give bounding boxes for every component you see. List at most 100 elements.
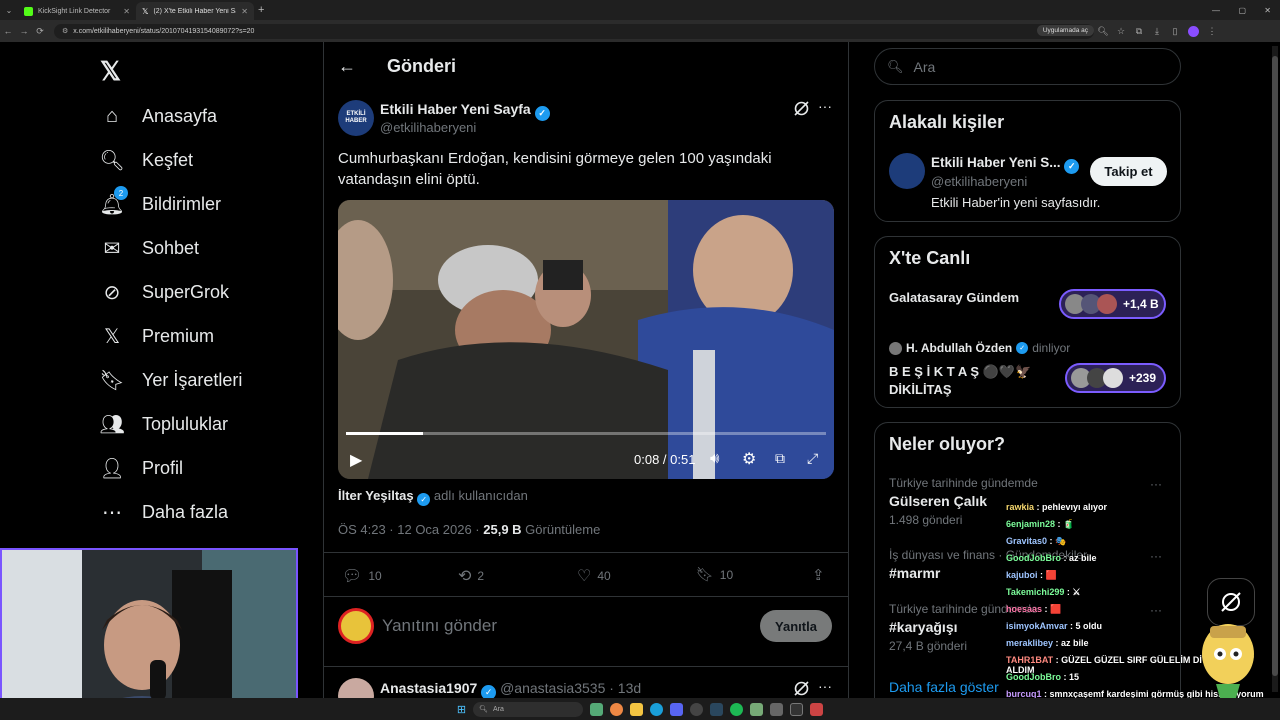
like-action[interactable]: ♡ 40: [577, 566, 611, 586]
sidebar-item-supergrok[interactable]: ⊘ SuperGrok: [100, 277, 229, 307]
x-logo-icon[interactable]: 𝕏: [100, 56, 121, 87]
reply-author-name[interactable]: Anastasia1907: [380, 680, 477, 696]
new-tab-icon[interactable]: +: [258, 4, 264, 16]
sidebar-item-yer-i̇şaretleri[interactable]: 🔖︎ Yer İşaretleri: [99, 365, 242, 395]
share-icon[interactable]: ⇪: [812, 566, 825, 584]
sidebar-item-topluluklar[interactable]: 👥︎ Topluluklar: [99, 409, 228, 439]
app-icon[interactable]: [810, 702, 824, 716]
zoom-icon[interactable]: 🔍︎: [1094, 26, 1112, 37]
video-progress-track[interactable]: [346, 432, 826, 435]
live-item-title-line2[interactable]: DİKİLİTAŞ: [889, 382, 952, 397]
play-icon[interactable]: ▶: [350, 450, 362, 470]
bookmark-action[interactable]: 🔖︎ 10: [696, 566, 733, 583]
verified-badge-icon: ✓: [534, 106, 550, 121]
spotify-icon[interactable]: [730, 702, 744, 716]
steam-icon[interactable]: [710, 702, 724, 716]
live-item-title[interactable]: Galatasaray Gündem: [889, 290, 1019, 305]
forward-icon[interactable]: →: [16, 26, 32, 36]
related-handle[interactable]: @etkilihaberyeni: [931, 174, 1027, 189]
heart-icon: ♡: [577, 568, 592, 585]
live-item-title[interactable]: B E Ş İ K T A Ş ⚫🖤🦅: [889, 364, 1031, 380]
site-info-icon[interactable]: ⚙: [62, 27, 68, 35]
reload-icon[interactable]: ⟳: [32, 26, 48, 37]
trend-more-icon[interactable]: ···: [1150, 549, 1162, 563]
sidebar-item-daha-fazla[interactable]: ⋯ Daha fazla: [100, 497, 228, 527]
my-avatar[interactable]: [338, 608, 374, 644]
video-player[interactable]: ▶ 0:08 / 0:51 🔊︎ ⚙ ⧉ ⤢: [338, 200, 834, 479]
tab-kicksight[interactable]: KickSight Link Detector ✕: [18, 2, 136, 20]
host-name[interactable]: H. Abdullah Özden: [906, 341, 1012, 355]
maximize-icon[interactable]: ▢: [1238, 6, 1246, 15]
reply-action[interactable]: 💬︎ 10: [342, 566, 382, 586]
url-text: x.com/etkilihaberyeni/status/20107041931…: [73, 27, 255, 35]
show-more-link[interactable]: Daha fazla göster: [889, 679, 999, 695]
fullscreen-icon[interactable]: ⤢: [807, 450, 818, 467]
reply-button[interactable]: Yanıtla: [760, 610, 832, 642]
minimize-icon[interactable]: —: [1212, 6, 1220, 15]
url-field[interactable]: ⚙ x.com/etkilihaberyeni/status/201070419…: [54, 23, 1094, 39]
back-icon[interactable]: ←: [0, 26, 16, 36]
app-icon[interactable]: [790, 702, 804, 716]
live-listeners-pill[interactable]: +239: [1065, 363, 1166, 393]
file-explorer-icon[interactable]: [630, 702, 644, 716]
back-arrow-icon[interactable]: ←: [338, 56, 356, 77]
live-listeners-pill[interactable]: +1,4 B: [1059, 289, 1166, 319]
repost-action[interactable]: ⟲ 2: [458, 566, 484, 586]
close-tab-icon[interactable]: ✕: [123, 7, 130, 16]
sidebar-item-profil[interactable]: 👤︎ Profil: [99, 453, 183, 483]
reply-input[interactable]: Yanıtını gönder: [382, 616, 497, 636]
credit-name[interactable]: İlter Yeşiltaş: [338, 488, 414, 503]
grok-icon[interactable]: [793, 680, 810, 697]
discord-icon[interactable]: [670, 702, 684, 716]
sidebar-item-sohbet[interactable]: ✉ Sohbet: [100, 233, 199, 263]
pip-icon[interactable]: ⧉: [775, 450, 785, 467]
tab-list-icon[interactable]: ⌄: [0, 6, 18, 15]
trend-name[interactable]: Gülseren Çalık: [889, 493, 987, 509]
chat-username: rawkia: [1006, 502, 1035, 512]
author-name[interactable]: Etkili Haber Yeni Sayfa: [380, 101, 531, 117]
sidebar-item-bildirimler[interactable]: 🔔︎ 2 Bildirimler: [99, 186, 221, 219]
page-scrollbar[interactable]: [1272, 46, 1278, 692]
settings-icon[interactable]: ⚙: [742, 449, 756, 469]
edge-icon[interactable]: [650, 702, 664, 716]
follow-button[interactable]: Takip et: [1090, 157, 1167, 186]
app-icon[interactable]: [750, 702, 764, 716]
open-in-app-button[interactable]: Uygulamada aç: [1036, 24, 1094, 36]
tab-x-post[interactable]: 𝕏 (2) X'te Etkili Haber Yeni Sa... ✕: [136, 2, 254, 20]
download-icon[interactable]: ⤓: [1148, 26, 1166, 37]
related-name[interactable]: Etkili Haber Yeni S...: [931, 155, 1061, 170]
taskbar-search[interactable]: 🔍︎ Ara: [473, 701, 584, 717]
author-name-row[interactable]: Etkili Haber Yeni Sayfa ✓: [380, 101, 550, 121]
sidebar-icon[interactable]: ▯: [1166, 26, 1184, 37]
chat-username: hoesaas: [1006, 604, 1043, 614]
close-tab-icon[interactable]: ✕: [241, 7, 248, 16]
volume-icon[interactable]: 🔊︎: [710, 450, 719, 467]
search-box[interactable]: 🔍︎ Ara: [874, 48, 1181, 85]
profile-avatar[interactable]: [1188, 25, 1199, 37]
star-icon[interactable]: ☆: [1112, 26, 1130, 37]
sidebar-item-keşfet[interactable]: 🔍︎ Keşfet: [99, 145, 193, 175]
extensions-icon[interactable]: ⧉: [1130, 26, 1148, 37]
sidebar-item-premium[interactable]: 𝕏 Premium: [100, 321, 214, 351]
more-options-icon[interactable]: ···: [818, 98, 832, 114]
scrollbar-thumb[interactable]: [1272, 56, 1278, 676]
app-icon[interactable]: [770, 702, 784, 716]
close-window-icon[interactable]: ✕: [1264, 6, 1271, 15]
grok-icon[interactable]: [793, 100, 810, 117]
more-options-icon[interactable]: ···: [818, 678, 832, 694]
obs-icon[interactable]: [690, 702, 704, 716]
trend-name[interactable]: #marmr: [889, 565, 940, 581]
reply-author-handle[interactable]: @anastasia3535 · 13d: [500, 680, 641, 696]
windows-start-icon[interactable]: ⊞: [457, 703, 466, 716]
trend-name[interactable]: #karyağışı: [889, 619, 958, 635]
trend-more-icon[interactable]: ···: [1150, 603, 1162, 617]
author-avatar[interactable]: ETKİLİ HABER: [338, 100, 374, 136]
widgets-icon[interactable]: [590, 702, 604, 716]
chrome-icon[interactable]: [610, 702, 624, 716]
trend-more-icon[interactable]: ···: [1150, 477, 1162, 491]
related-avatar[interactable]: [889, 153, 925, 189]
sidebar-item-anasayfa[interactable]: ⌂ Anasayfa: [100, 101, 217, 131]
author-handle[interactable]: @etkilihaberyeni: [380, 120, 476, 135]
menu-icon[interactable]: ⋮: [1203, 26, 1221, 37]
post-timestamp[interactable]: ÖS 4:23 · 12 Oca 2026 ·: [338, 522, 483, 537]
